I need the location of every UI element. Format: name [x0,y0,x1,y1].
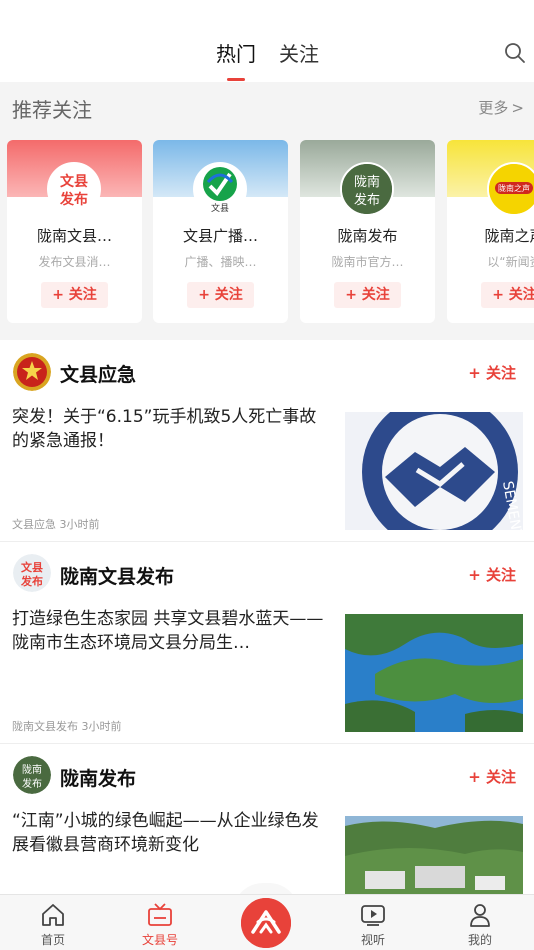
svg-text:发布: 发布 [354,192,380,208]
follow-button[interactable]: + 关注 [468,362,516,383]
avatar: 陇南之声 [487,162,534,216]
follow-button[interactable]: + 关注 [468,766,516,787]
article-title[interactable]: 突发！关于“6.15”玩手机致5人死亡事故的紧急通报！ [12,405,330,453]
nav-home-label: 首页 [40,933,65,947]
article-title[interactable]: “江南”小城的绿色崛起——从企业绿色发展看徽县营商环境新变化 [12,809,330,857]
avatar[interactable] [13,353,51,391]
tab-active-indicator [227,78,245,81]
svg-text:陇南: 陇南 [22,763,42,776]
nav-video[interactable]: 视听 [333,895,413,950]
top-bar: 热门 关注 [0,0,534,82]
article-thumbnail[interactable] [345,816,523,894]
card-desc: 发布文县消… [38,255,111,269]
nav-mine-label: 我的 [467,933,492,947]
follow-button[interactable]: + 关注 [334,282,401,308]
tab-hot[interactable]: 热门 [216,38,256,67]
home-icon [39,901,67,929]
nav-mine[interactable]: 我的 [440,895,520,950]
recommend-card[interactable]: 陇南 发布 陇南发布 陇南市官方… + 关注 [300,140,435,323]
svg-text:陇南之声: 陇南之声 [498,183,530,193]
tab-follow[interactable]: 关注 [279,38,319,67]
nav-wenxian-label: 文县号 [141,933,178,947]
svg-text:文县: 文县 [60,173,88,190]
nav-video-label: 视听 [360,933,385,947]
avatar: 文县 发布 [47,162,101,216]
divider [0,541,534,542]
recommend-section: 推荐关注 更多 > 文县 发布 陇南文县… 发布文县消… + 关注 文县 文县广播…… [0,82,534,340]
article-title[interactable]: 打造绿色生态家园 共享文县碧水蓝天——陇南市生态环境局文县分局生… [12,607,330,655]
follow-button[interactable]: + 关注 [468,564,516,585]
article-meta: 文县应急 3小时前 [12,518,100,531]
recommend-card[interactable]: 陇南之声 陇南之声 以“新闻资 + 关注 [447,140,534,323]
feed-item[interactable]: 陇南 发布 陇南发布 + 关注 “江南”小城的绿色崛起——从企业绿色发展看徽县营商… [0,745,534,894]
card-desc: 陇南市官方… [331,255,404,269]
card-name: 陇南之声 [484,227,534,245]
chevron-right-icon: > [511,99,524,117]
follow-button[interactable]: + 关注 [481,282,534,308]
feed-item[interactable]: 文县应急 + 关注 突发！关于“6.15”玩手机致5人死亡事故的紧急通报！ 文县… [0,340,534,542]
svg-text:陇南: 陇南 [354,174,380,190]
avatar[interactable]: 陇南 发布 [13,756,51,794]
recommend-card[interactable]: 文县 文县广播… 广播、播映… + 关注 [153,140,288,323]
article-meta: 陇南文县发布 3小时前 [12,720,122,733]
card-name: 陇南文县… [36,227,112,245]
svg-text:文县: 文县 [21,560,43,574]
center-logo-button[interactable] [241,898,291,948]
avatar[interactable]: 文县 发布 [13,554,51,592]
more-label: 更多 [478,99,509,117]
tv-icon [146,901,174,929]
recommend-card[interactable]: 文县 发布 陇南文县… 发布文县消… + 关注 [7,140,142,323]
svg-text:发布: 发布 [22,777,42,790]
account-name[interactable]: 陇南文县发布 [60,562,174,589]
card-name: 文县广播… [182,227,258,245]
avatar: 文县 [193,162,247,216]
more-link[interactable]: 更多 > [478,97,524,118]
svg-text:发布: 发布 [59,191,88,208]
article-thumbnail[interactable] [345,614,523,732]
search-icon[interactable] [504,42,528,66]
video-icon [359,901,387,929]
follow-button[interactable]: + 关注 [41,282,108,308]
card-desc: 广播、播映… [184,255,257,269]
svg-text:发布: 发布 [20,574,43,588]
feed-item[interactable]: 文县 发布 陇南文县发布 + 关注 打造绿色生态家园 共享文县碧水蓝天——陇南市生… [0,543,534,744]
user-icon [466,901,494,929]
nav-wenxian[interactable]: 文县号 [120,895,200,950]
recommend-title: 推荐关注 [12,98,92,122]
divider [0,743,534,744]
card-desc: 以“新闻资 [487,255,534,269]
card-name: 陇南发布 [337,227,398,245]
avatar: 陇南 发布 [340,162,394,216]
follow-button[interactable]: + 关注 [187,282,254,308]
account-name[interactable]: 陇南发布 [60,764,136,791]
article-thumbnail[interactable]: SEMENT [345,412,523,530]
account-name[interactable]: 文县应急 [60,360,136,387]
svg-text:文县: 文县 [211,202,229,214]
nav-home[interactable]: 首页 [13,895,93,950]
app-logo-icon [241,898,291,948]
